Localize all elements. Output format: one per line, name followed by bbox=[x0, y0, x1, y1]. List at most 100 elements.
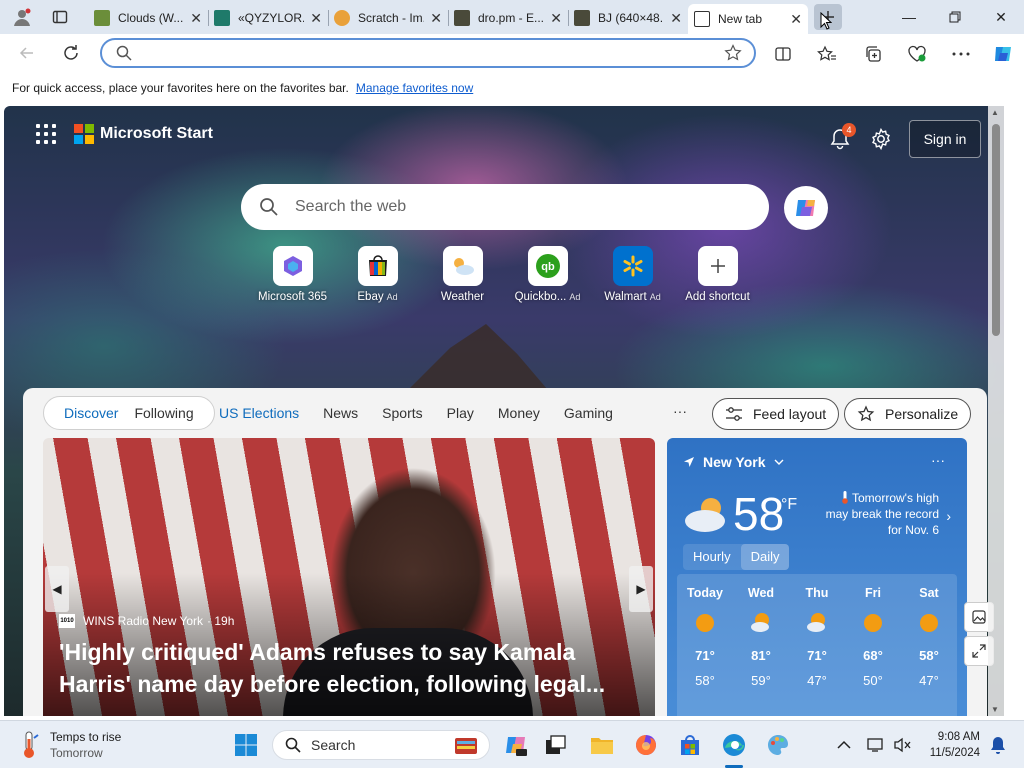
close-tab-icon[interactable]: ✕ bbox=[790, 11, 802, 28]
copilot-preview-icon[interactable] bbox=[502, 731, 530, 759]
hero-headline[interactable]: 'Highly critiqued' Adams refuses to say … bbox=[59, 636, 639, 700]
forecast-day[interactable]: Fri 68° 50° bbox=[845, 574, 901, 716]
hero-news-card[interactable]: ◀ ▶ 1010 WINS Radio New York · 19h 'High… bbox=[43, 438, 655, 716]
tab-actions-icon[interactable] bbox=[46, 4, 74, 30]
chevron-right-icon[interactable]: › bbox=[946, 508, 951, 524]
copilot-icon[interactable] bbox=[990, 41, 1016, 67]
collections-icon[interactable] bbox=[860, 41, 886, 67]
daily-toggle[interactable]: Daily bbox=[740, 544, 790, 570]
source-name[interactable]: WINS Radio New York bbox=[83, 614, 203, 628]
weather-location[interactable]: New York bbox=[683, 454, 792, 470]
file-explorer-icon[interactable] bbox=[588, 731, 616, 759]
address-input[interactable] bbox=[140, 44, 700, 62]
copilot-button[interactable] bbox=[784, 186, 828, 230]
browser-essentials-icon[interactable] bbox=[904, 41, 930, 67]
settings-more-icon[interactable] bbox=[948, 41, 974, 67]
personalize-button[interactable]: Personalize bbox=[844, 398, 972, 430]
shortcut-add[interactable]: Add shortcut bbox=[675, 246, 760, 303]
favorites-icon[interactable] bbox=[814, 41, 840, 67]
scroll-up-arrow[interactable]: ▲ bbox=[991, 108, 999, 117]
task-view-icon[interactable] bbox=[542, 731, 570, 759]
address-bar[interactable] bbox=[100, 38, 756, 68]
notification-center-icon[interactable] bbox=[984, 731, 1012, 759]
tab-clouds[interactable]: Clouds (W... ✕ bbox=[88, 4, 209, 32]
firefox-icon[interactable] bbox=[632, 731, 660, 759]
app-launcher-icon[interactable] bbox=[36, 124, 56, 144]
tab-scratch[interactable]: Scratch - Im... ✕ bbox=[328, 4, 449, 32]
manage-favorites-link[interactable]: Manage favorites now bbox=[356, 81, 473, 95]
shortcut-microsoft-365[interactable]: Microsoft 365 bbox=[250, 246, 335, 303]
location-arrow-icon bbox=[684, 457, 694, 467]
carousel-next-button[interactable]: ▶ bbox=[629, 566, 653, 612]
profile-icon[interactable] bbox=[8, 4, 36, 30]
tab-qyzylor[interactable]: «QYZYLOR... ✕ bbox=[208, 4, 329, 32]
tab-label: Scratch - Im... bbox=[358, 11, 424, 25]
shortcut-walmart[interactable]: Walmart Ad bbox=[590, 246, 675, 303]
favorites-bar: For quick access, place your favorites h… bbox=[0, 72, 1024, 104]
forecast-day[interactable]: Sat 58° 47° bbox=[901, 574, 957, 716]
chevron-up-icon[interactable] bbox=[830, 731, 858, 759]
windows-start-icon[interactable] bbox=[232, 731, 260, 759]
brand-title[interactable]: Microsoft Start bbox=[100, 125, 213, 143]
tab-sports[interactable]: Sports bbox=[382, 405, 422, 421]
taskbar-weather-title: Temps to rise bbox=[50, 730, 122, 744]
sparkle-star-icon bbox=[857, 405, 875, 422]
close-tab-icon[interactable]: ✕ bbox=[550, 10, 562, 27]
scroll-down-arrow[interactable]: ▼ bbox=[991, 705, 999, 714]
taskbar-search-label: Search bbox=[311, 737, 356, 753]
split-screen-icon[interactable] bbox=[770, 41, 796, 67]
sign-in-button[interactable]: Sign in bbox=[909, 120, 981, 158]
minimize-button[interactable]: — bbox=[886, 0, 932, 34]
close-tab-icon[interactable]: ✕ bbox=[670, 10, 682, 27]
weather-alert[interactable]: Tomorrow's high may break the record for… bbox=[817, 490, 939, 538]
close-tab-icon[interactable]: ✕ bbox=[190, 10, 202, 27]
forecast-day[interactable]: Wed 81° 59° bbox=[733, 574, 789, 716]
page-scrollbar[interactable]: ▲ ▼ bbox=[988, 106, 1004, 716]
notification-badge: 4 bbox=[842, 123, 856, 137]
tab-bj[interactable]: BJ (640×48... ✕ bbox=[568, 4, 688, 32]
tab-following[interactable]: Following bbox=[126, 405, 201, 421]
network-icon[interactable] bbox=[862, 731, 890, 759]
taskbar-weather-widget[interactable]: Temps to rise Tomorrow bbox=[18, 729, 121, 761]
tab-us-elections[interactable]: US Elections bbox=[219, 405, 299, 421]
close-window-button[interactable]: ✕ bbox=[978, 0, 1024, 34]
tab-dropm[interactable]: dro.pm - E... ✕ bbox=[448, 4, 569, 32]
close-tab-icon[interactable]: ✕ bbox=[310, 10, 322, 27]
weather-more-icon[interactable]: ··· bbox=[931, 452, 945, 468]
tab-discover[interactable]: Discover bbox=[56, 405, 126, 421]
tab-play[interactable]: Play bbox=[447, 405, 474, 421]
forecast-day[interactable]: Thu 71° 47° bbox=[789, 574, 845, 716]
paint-app-icon[interactable] bbox=[764, 731, 792, 759]
shortcut-ebay[interactable]: Ebay Ad bbox=[335, 246, 420, 303]
temperature-unit[interactable]: °F bbox=[781, 496, 797, 514]
quickbooks-icon: qb bbox=[535, 254, 560, 278]
close-tab-icon[interactable]: ✕ bbox=[430, 10, 442, 27]
microsoft-store-icon[interactable] bbox=[676, 731, 704, 759]
tab-news[interactable]: News bbox=[323, 405, 358, 421]
gear-icon[interactable] bbox=[870, 128, 892, 150]
forecast-day[interactable]: Today 71° 58° bbox=[677, 574, 733, 716]
web-search-box[interactable]: Search the web bbox=[241, 184, 769, 230]
shortcut-weather[interactable]: Weather bbox=[420, 246, 505, 303]
favorite-star-icon[interactable] bbox=[724, 44, 742, 62]
tab-new-tab[interactable]: New tab ✕ bbox=[688, 4, 808, 34]
edge-browser-icon[interactable] bbox=[720, 731, 748, 759]
shortcut-quickbooks[interactable]: qb Quickbo... Ad bbox=[505, 246, 590, 303]
shortcut-label: Quickbo... bbox=[514, 291, 567, 303]
scrollbar-thumb[interactable] bbox=[992, 124, 1000, 336]
hourly-toggle[interactable]: Hourly bbox=[683, 544, 741, 570]
tab-money[interactable]: Money bbox=[498, 405, 540, 421]
restore-button[interactable] bbox=[932, 0, 978, 34]
tab-gaming[interactable]: Gaming bbox=[564, 405, 613, 421]
back-button[interactable] bbox=[12, 39, 42, 67]
microsoft-logo-icon bbox=[74, 124, 94, 144]
volume-muted-icon[interactable] bbox=[888, 731, 916, 759]
start-header: Microsoft Start bbox=[36, 124, 213, 144]
refresh-button[interactable] bbox=[56, 39, 86, 67]
day-high: 71° bbox=[695, 648, 715, 663]
taskbar-search[interactable]: Search bbox=[272, 730, 490, 760]
system-clock[interactable]: 9:08 AM 11/5/2024 bbox=[922, 729, 980, 761]
feed-layout-button[interactable]: Feed layout bbox=[712, 398, 840, 430]
carousel-prev-button[interactable]: ◀ bbox=[45, 566, 69, 612]
more-categories-button[interactable]: ··· bbox=[673, 403, 687, 419]
